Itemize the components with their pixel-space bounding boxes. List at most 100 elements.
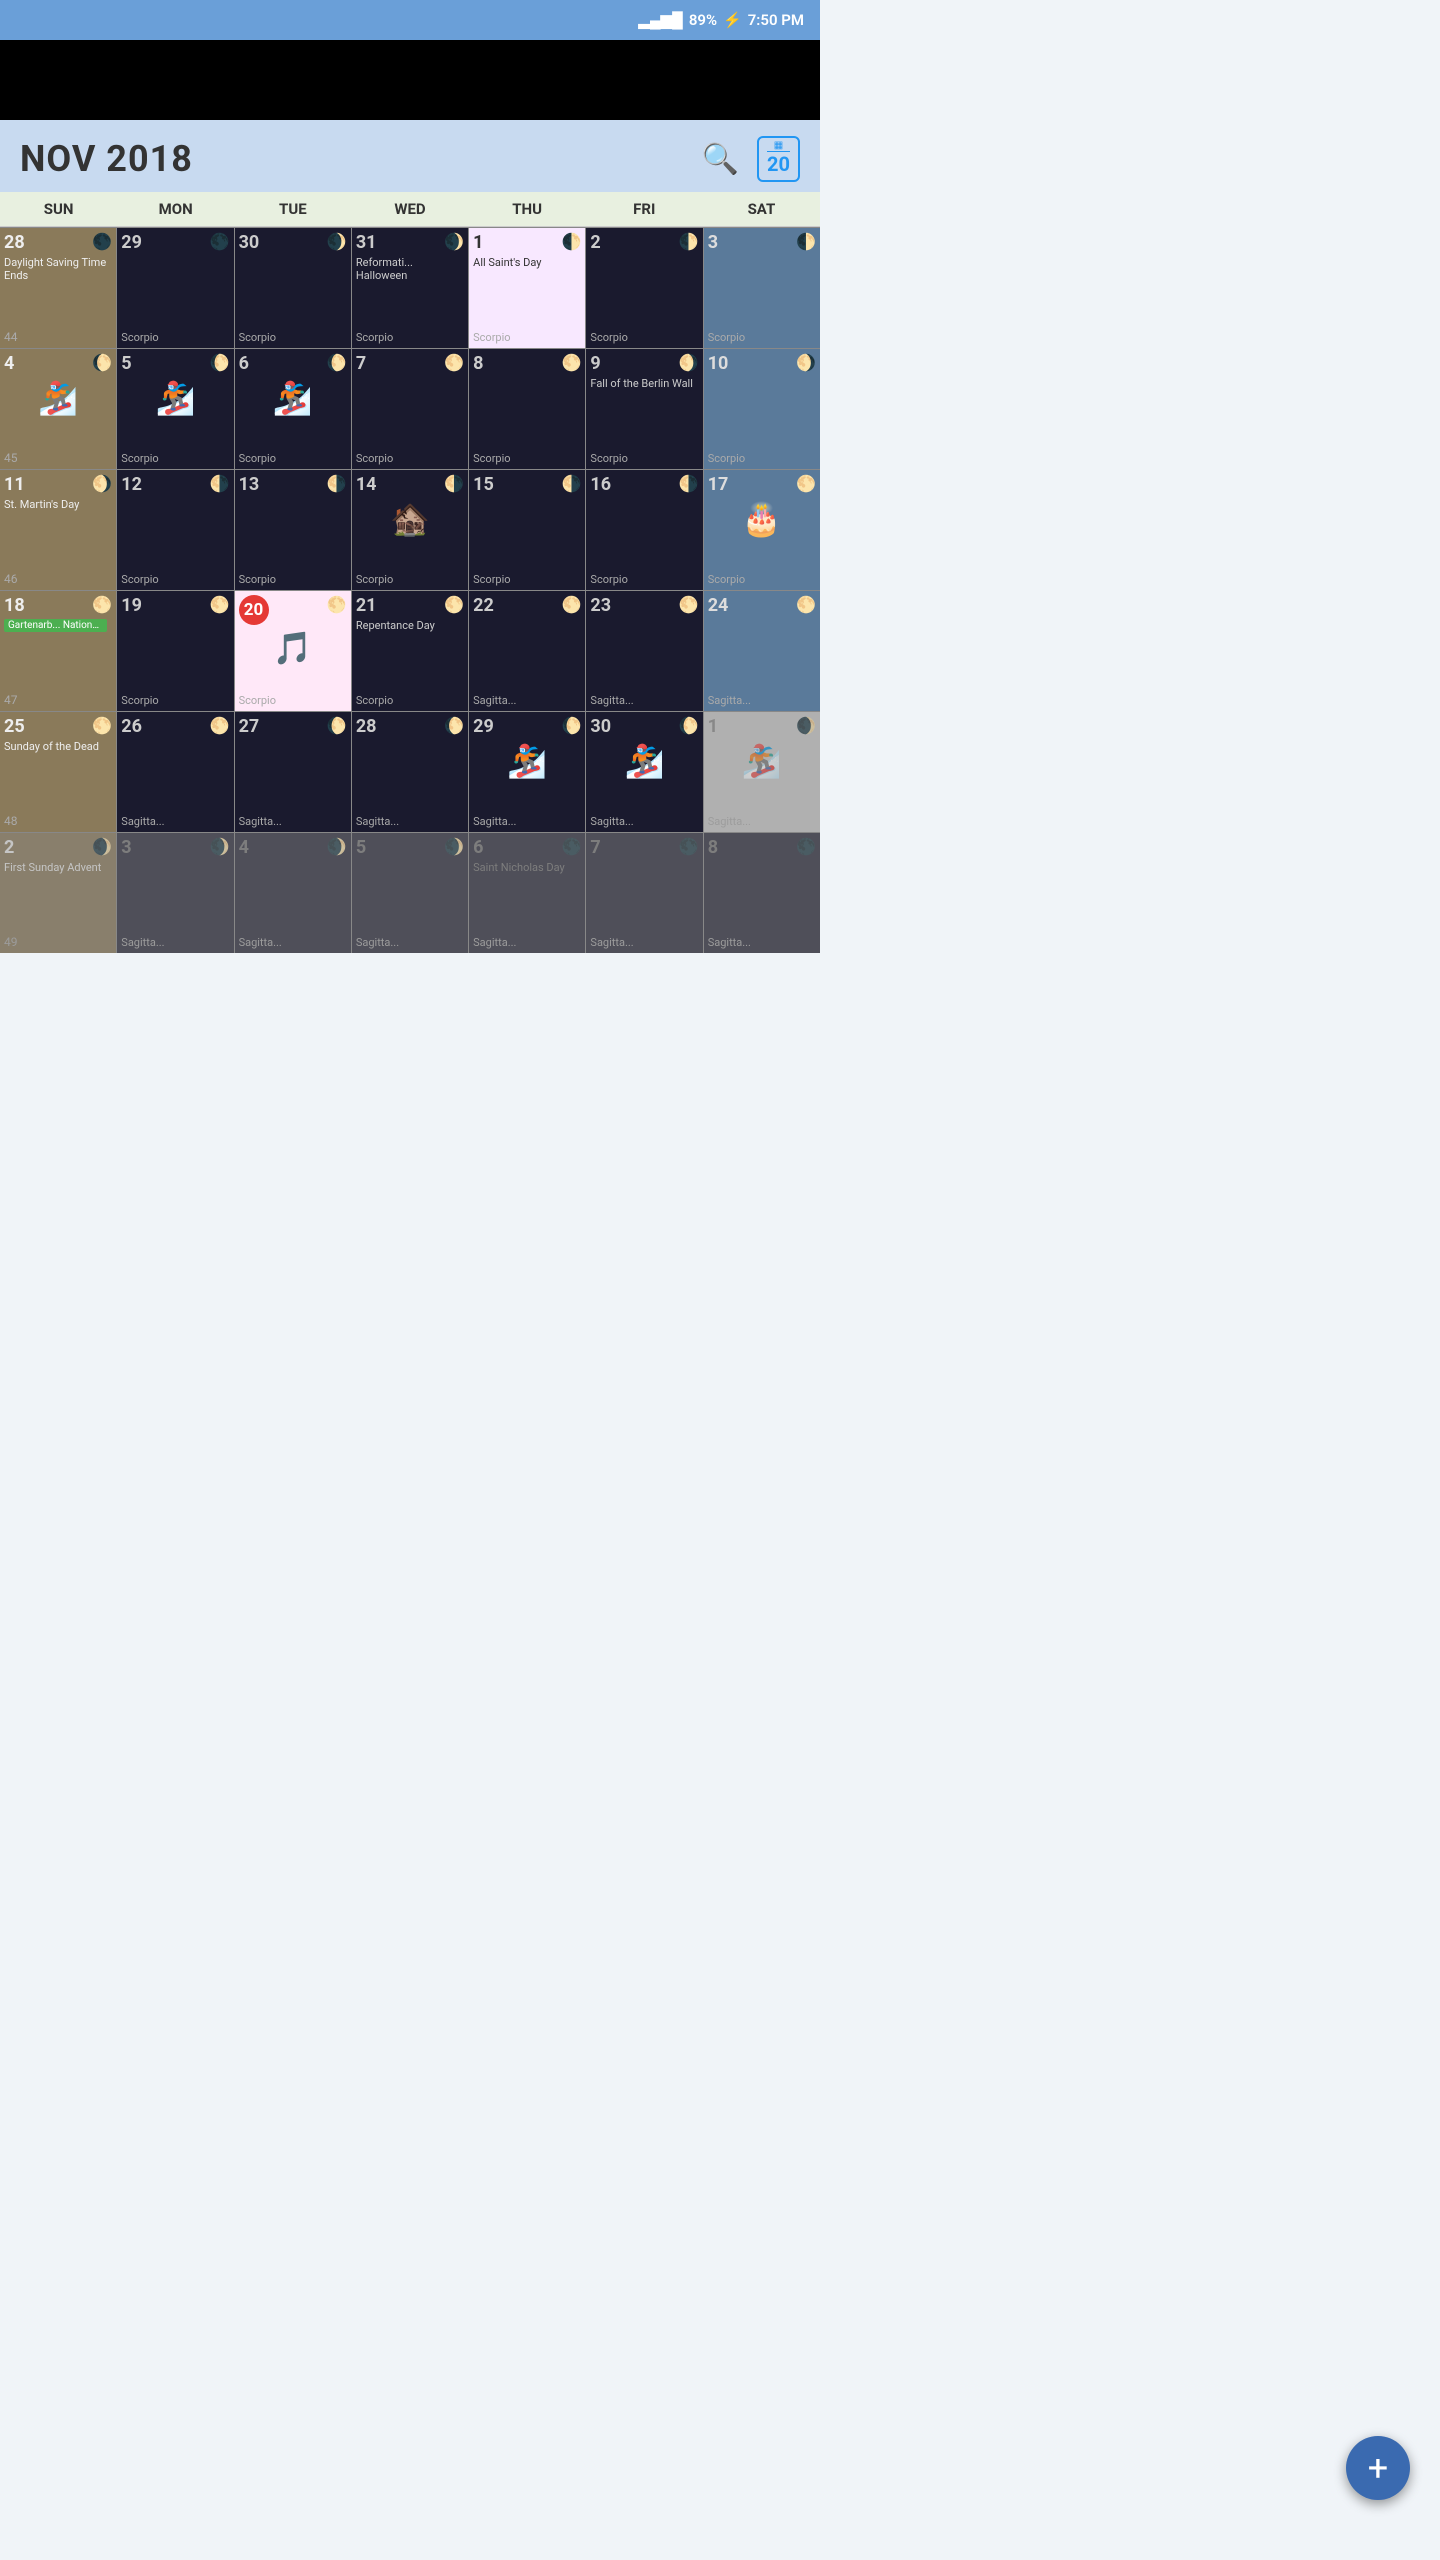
day-number: 7 bbox=[590, 837, 600, 859]
day-cell-6-week6[interactable]: 6🌑Saint Nicholas DaySagitta... bbox=[469, 833, 585, 953]
day-cell-12-week3[interactable]: 12🌗Scorpio bbox=[117, 470, 233, 590]
day-header-fri: FRI bbox=[586, 192, 703, 226]
signal-icon: ▂▄▆█ bbox=[638, 11, 682, 29]
day-cell-20-week4[interactable]: 20🌕🎵Scorpio bbox=[235, 591, 351, 711]
moon-phase-icon: 🌒 bbox=[92, 837, 112, 856]
zodiac-label: Scorpio bbox=[473, 452, 510, 465]
day-cell-27-week5[interactable]: 27🌔Sagitta... bbox=[235, 712, 351, 832]
day-cell-24-week4[interactable]: 24🌕Sagitta... bbox=[704, 591, 820, 711]
day-cell-29-week1[interactable]: 29🌑Scorpio bbox=[117, 228, 233, 348]
event-label: St. Martin's Day bbox=[4, 498, 79, 511]
event-emoji: 🎂 bbox=[708, 500, 816, 538]
day-number: 16 bbox=[590, 474, 611, 496]
search-icon[interactable]: 🔍 bbox=[702, 142, 739, 177]
zodiac-label: Sagitta... bbox=[708, 936, 751, 949]
day-cell-2-week6[interactable]: 2🌒First Sunday Advent49 bbox=[0, 833, 116, 953]
zodiac-label: Scorpio bbox=[473, 331, 510, 344]
day-cell-4-week6[interactable]: 4🌒Sagitta... bbox=[235, 833, 351, 953]
zodiac-label: Scorpio bbox=[356, 331, 393, 344]
day-cell-18-week4[interactable]: 18🌕Gartenarb... National...47 bbox=[0, 591, 116, 711]
day-cell-28-week1[interactable]: 28🌑Daylight Saving Time Ends44 bbox=[0, 228, 116, 348]
black-bar bbox=[0, 40, 820, 120]
day-header-thu: THU bbox=[469, 192, 586, 226]
day-cell-25-week5[interactable]: 25🌕Sunday of the Dead48 bbox=[0, 712, 116, 832]
day-cell-13-week3[interactable]: 13🌗Scorpio bbox=[235, 470, 351, 590]
day-cell-3-week6[interactable]: 3🌒Sagitta... bbox=[117, 833, 233, 953]
day-cell-14-week3[interactable]: 14🌗🏚️Scorpio bbox=[352, 470, 468, 590]
day-cell-3-week1[interactable]: 3🌓Scorpio bbox=[704, 228, 820, 348]
day-headers-row: SUNMONTUEWEDTHUFRISAT bbox=[0, 192, 820, 227]
day-cell-23-week4[interactable]: 23🌕Sagitta... bbox=[586, 591, 702, 711]
zodiac-label: Scorpio bbox=[473, 573, 510, 586]
day-number: 31 bbox=[356, 232, 377, 254]
day-header-wed: WED bbox=[351, 192, 468, 226]
day-number: 3 bbox=[121, 837, 131, 859]
day-cell-7-week6[interactable]: 7🌑Sagitta... bbox=[586, 833, 702, 953]
day-cell-2-week1[interactable]: 2🌓Scorpio bbox=[586, 228, 702, 348]
day-cell-5-week2[interactable]: 5🌔🏂Scorpio bbox=[117, 349, 233, 469]
day-cell-30-week1[interactable]: 30🌒Scorpio bbox=[235, 228, 351, 348]
day-cell-19-week4[interactable]: 19🌕Scorpio bbox=[117, 591, 233, 711]
day-number: 7 bbox=[356, 353, 366, 375]
calendar-grid: 28🌑Daylight Saving Time Ends4429🌑Scorpio… bbox=[0, 227, 820, 953]
event-emoji: 🏂 bbox=[473, 742, 581, 780]
day-number: 5 bbox=[121, 353, 131, 375]
moon-phase-icon: 🌕 bbox=[796, 474, 816, 493]
day-cell-1-week1[interactable]: 1🌓All Saint's DayScorpio bbox=[469, 228, 585, 348]
day-cell-26-week5[interactable]: 26🌕Sagitta... bbox=[117, 712, 233, 832]
zodiac-label: Sagitta... bbox=[356, 815, 399, 828]
day-cell-7-week2[interactable]: 7🌕Scorpio bbox=[352, 349, 468, 469]
day-cell-11-week3[interactable]: 11🌖St. Martin's Day46 bbox=[0, 470, 116, 590]
day-number: 27 bbox=[239, 716, 260, 738]
event-emoji: 🏂 bbox=[239, 379, 347, 417]
day-cell-22-week4[interactable]: 22🌕Sagitta... bbox=[469, 591, 585, 711]
day-cell-29-week5[interactable]: 29🌔🏂Sagitta... bbox=[469, 712, 585, 832]
day-cell-28-week5[interactable]: 28🌔Sagitta... bbox=[352, 712, 468, 832]
day-cell-31-week1[interactable]: 31🌒Reformati... HalloweenScorpio bbox=[352, 228, 468, 348]
day-number: 4 bbox=[4, 353, 14, 375]
day-cell-8-week2[interactable]: 8🌕Scorpio bbox=[469, 349, 585, 469]
day-number: 9 bbox=[590, 353, 600, 375]
moon-phase-icon: 🌕 bbox=[562, 595, 582, 614]
week-number: 47 bbox=[4, 693, 18, 707]
moon-phase-icon: 🌔 bbox=[444, 716, 464, 735]
day-cell-6-week2[interactable]: 6🌔🏂Scorpio bbox=[235, 349, 351, 469]
day-cell-21-week4[interactable]: 21🌕Repentance DayScorpio bbox=[352, 591, 468, 711]
moon-phase-icon: 🌕 bbox=[796, 595, 816, 614]
day-cell-16-week3[interactable]: 16🌗Scorpio bbox=[586, 470, 702, 590]
week-number: 49 bbox=[4, 935, 18, 949]
moon-phase-icon: 🌕 bbox=[210, 595, 230, 614]
event-label: Saint Nicholas Day bbox=[473, 861, 565, 874]
event-badge: Gartenarb... National... bbox=[4, 619, 107, 632]
day-cell-10-week2[interactable]: 10🌖Scorpio bbox=[704, 349, 820, 469]
add-event-fab[interactable]: + bbox=[1346, 2436, 1410, 2500]
zodiac-label: Scorpio bbox=[708, 331, 745, 344]
week-number: 48 bbox=[4, 814, 18, 828]
day-number: 29 bbox=[473, 716, 494, 738]
day-cell-17-week3[interactable]: 17🌕🎂Scorpio bbox=[704, 470, 820, 590]
event-emoji: 🏂 bbox=[4, 379, 112, 417]
day-cell-30-week5[interactable]: 30🌔🏂Sagitta... bbox=[586, 712, 702, 832]
today-button[interactable]: ▦ 20 bbox=[757, 136, 800, 182]
zodiac-label: Scorpio bbox=[590, 452, 627, 465]
moon-phase-icon: 🌕 bbox=[92, 716, 112, 735]
day-cell-9-week2[interactable]: 9🌖Fall of the Berlin WallScorpio bbox=[586, 349, 702, 469]
event-emoji: 🏚️ bbox=[356, 500, 464, 538]
moon-phase-icon: 🌖 bbox=[92, 474, 112, 493]
zodiac-label: Scorpio bbox=[590, 573, 627, 586]
day-cell-5-week6[interactable]: 5🌒Sagitta... bbox=[352, 833, 468, 953]
day-cell-4-week2[interactable]: 4🌔🏂45 bbox=[0, 349, 116, 469]
moon-phase-icon: 🌒 bbox=[327, 837, 347, 856]
moon-phase-icon: 🌒 bbox=[444, 837, 464, 856]
zodiac-label: Sagitta... bbox=[708, 815, 751, 828]
day-cell-8-week6[interactable]: 8🌑Sagitta... bbox=[704, 833, 820, 953]
day-cell-1-week5[interactable]: 1🌒🏂Sagitta... bbox=[704, 712, 820, 832]
day-number: 18 bbox=[4, 595, 25, 617]
zodiac-label: Scorpio bbox=[121, 331, 158, 344]
zodiac-label: Scorpio bbox=[356, 573, 393, 586]
day-number: 22 bbox=[473, 595, 494, 617]
moon-phase-icon: 🌖 bbox=[679, 353, 699, 372]
moon-phase-icon: 🌑 bbox=[562, 837, 582, 856]
day-number: 1 bbox=[708, 716, 718, 738]
day-cell-15-week3[interactable]: 15🌗Scorpio bbox=[469, 470, 585, 590]
